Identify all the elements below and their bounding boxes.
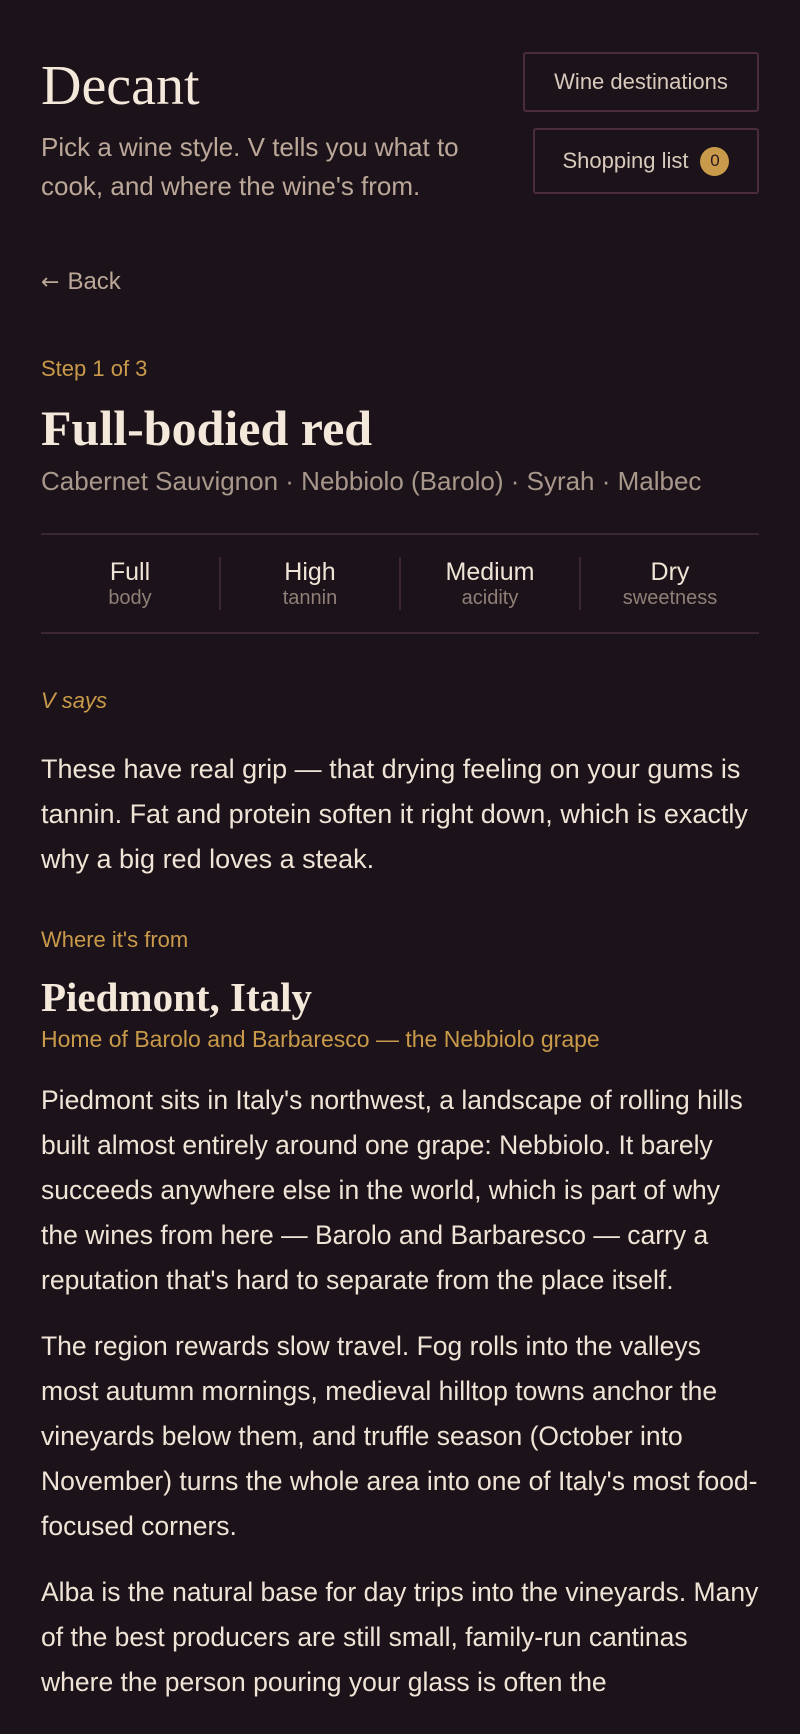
step-indicator: Step 1 of 3 (41, 356, 148, 381)
v-says-label: V says (41, 688, 108, 713)
back-link[interactable]: ← Back (41, 268, 121, 296)
wine-attributes: Full body High tannin Medium acidity Dry… (41, 533, 759, 634)
region-description: Piedmont sits in Italy's northwest, a la… (41, 1078, 759, 1726)
attribute-body: Full body (41, 557, 219, 610)
attribute-tannin: High tannin (219, 557, 399, 610)
region-subtitle: Home of Barolo and Barbaresco — the Nebb… (41, 1026, 600, 1052)
attribute-value: Full (109, 557, 151, 586)
attribute-value: Dry (650, 557, 690, 586)
region-paragraph: Piedmont sits in Italy's northwest, a la… (41, 1085, 743, 1295)
attribute-label: acidity (461, 586, 519, 609)
attribute-label: tannin (282, 586, 338, 609)
wine-destinations-label: Wine destinations (554, 69, 728, 94)
origin-label: Where it's from (41, 927, 189, 952)
attribute-value: High (284, 557, 336, 586)
region-paragraph: The region rewards slow travel. Fog roll… (41, 1331, 758, 1541)
v-says-text: These have real grip — that drying feeli… (41, 754, 748, 874)
attribute-label: sweetness (622, 586, 718, 609)
shopping-count-badge: 0 (700, 146, 730, 176)
grape-list: Cabernet Sauvignon · Nebbiolo (Barolo) ·… (41, 466, 702, 496)
attribute-label: body (108, 586, 152, 609)
shopping-list-label: Shopping list (562, 148, 689, 173)
attribute-value: Medium (445, 557, 535, 586)
back-label: Back (67, 268, 121, 295)
region-paragraph: Alba is the natural base for day trips i… (41, 1577, 759, 1697)
app-tagline: Pick a wine style. V tells you what to c… (41, 132, 459, 201)
app-title: Decant (41, 55, 200, 117)
region-name: Piedmont, Italy (41, 974, 313, 1020)
wine-style-title: Full-bodied red (41, 400, 373, 456)
shopping-list-button[interactable]: Shopping list 0 (533, 128, 759, 194)
attribute-acidity: Medium acidity (399, 557, 579, 610)
wine-destinations-button[interactable]: Wine destinations (523, 52, 759, 112)
left-arrow-icon: ← (41, 269, 60, 295)
attribute-sweetness: Dry sweetness (579, 557, 759, 610)
